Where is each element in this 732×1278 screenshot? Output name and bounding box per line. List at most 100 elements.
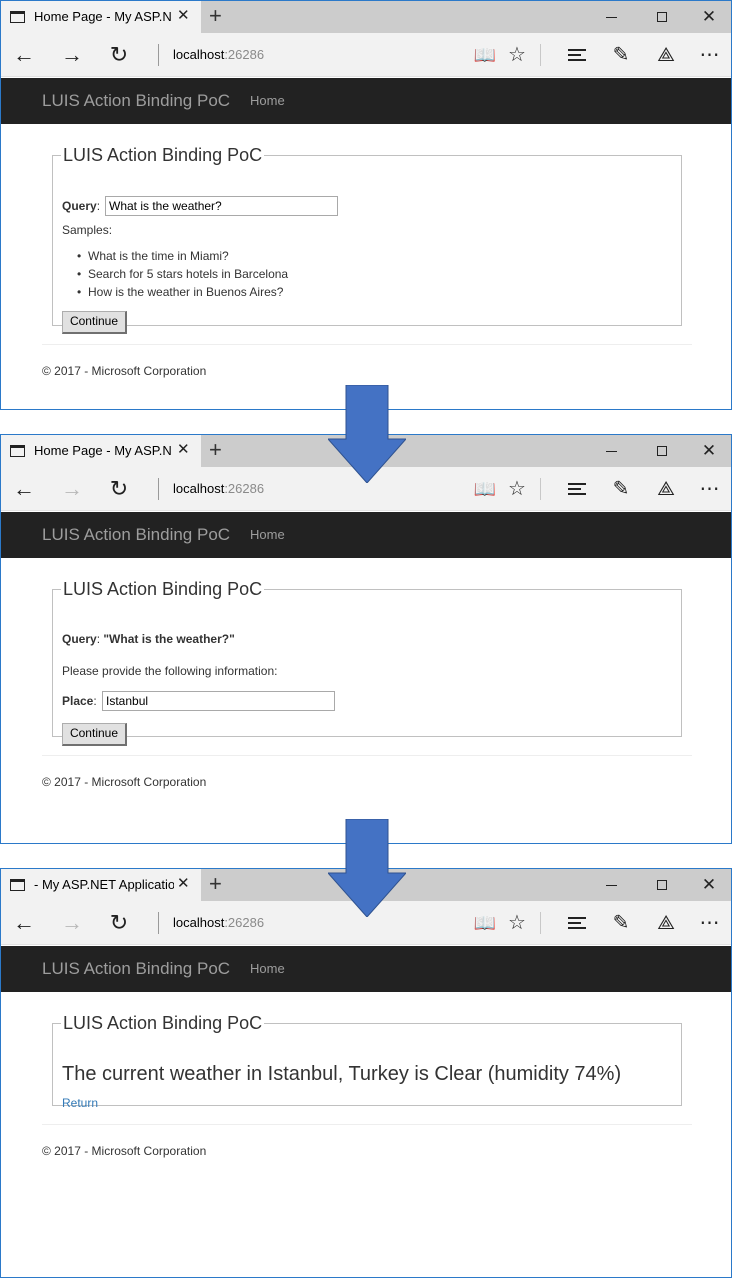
tab-close-icon[interactable]: ✕ (177, 8, 190, 24)
url-field[interactable]: localhost:26286 (173, 481, 264, 497)
down-arrow-icon (328, 819, 406, 917)
sample-item[interactable]: Search for 5 stars hotels in Barcelona (77, 265, 288, 283)
url-field[interactable]: localhost:26286 (173, 915, 264, 931)
share-icon[interactable]: ⟁ (653, 476, 679, 502)
minimize-icon[interactable] (602, 8, 622, 26)
more-icon[interactable]: ⋯ (697, 910, 723, 936)
browser-window-step-1: Home Page - My ASP.N ✕ + ✕ ← → ↻ localho… (0, 0, 732, 410)
query-value: "What is the weather?" (103, 632, 235, 646)
prompt-text: Please provide the following information… (62, 664, 278, 678)
more-icon[interactable]: ⋯ (697, 476, 723, 502)
luis-panel: LUIS Action Binding PoC The current weat… (52, 1013, 682, 1110)
nav-home-link[interactable]: Home (250, 93, 285, 109)
toolbar-separator (540, 912, 541, 934)
favorite-star-icon[interactable]: ☆ (504, 910, 530, 936)
url-port: :26286 (224, 915, 265, 930)
browser-tab[interactable]: - My ASP.NET Applicatio ✕ (1, 869, 201, 901)
query-row: Query: (62, 199, 101, 213)
place-input[interactable] (102, 691, 335, 711)
footer-text: © 2017 - Microsoft Corporation (42, 1144, 207, 1158)
browser-tab[interactable]: Home Page - My ASP.N ✕ (1, 435, 201, 467)
back-icon[interactable]: ← (10, 41, 38, 69)
brand-link[interactable]: LUIS Action Binding PoC (42, 91, 230, 111)
refresh-icon[interactable]: ↻ (105, 475, 133, 503)
forward-icon: → (61, 910, 83, 935)
new-tab-button[interactable]: + (209, 872, 222, 896)
url-host: localhost (173, 915, 225, 930)
url-host: localhost (173, 47, 225, 62)
nav-home-link[interactable]: Home (250, 527, 285, 543)
share-icon[interactable]: ⟁ (653, 42, 679, 68)
luis-panel: LUIS Action Binding PoC Query: Samples: … (52, 145, 682, 334)
refresh-icon[interactable]: ↻ (105, 909, 133, 937)
site-navbar: LUIS Action Binding PoC Home (1, 946, 731, 992)
browser-tab[interactable]: Home Page - My ASP.N ✕ (1, 1, 201, 33)
panel-legend: LUIS Action Binding PoC (63, 579, 263, 599)
maximize-icon[interactable] (652, 876, 672, 894)
close-window-icon[interactable]: ✕ (699, 442, 719, 460)
maximize-icon[interactable] (652, 442, 672, 460)
sample-item[interactable]: How is the weather in Buenos Aires? (77, 283, 288, 301)
favorite-star-icon[interactable]: ☆ (504, 42, 530, 68)
address-bar: ← → ↻ localhost:26286 📖 ☆ ✎ ⟁ ⋯ (1, 33, 731, 77)
back-icon[interactable]: ← (10, 475, 38, 503)
address-separator (158, 912, 159, 934)
query-input[interactable] (105, 196, 338, 216)
close-window-icon[interactable]: ✕ (699, 8, 719, 26)
web-note-icon[interactable]: ✎ (608, 910, 634, 936)
minimize-icon[interactable] (602, 442, 622, 460)
brand-link[interactable]: LUIS Action Binding PoC (42, 959, 230, 979)
down-arrow-icon (328, 385, 406, 483)
title-bar: Home Page - My ASP.N ✕ + ✕ (1, 1, 731, 33)
hub-icon[interactable] (564, 42, 590, 68)
site-navbar: LUIS Action Binding PoC Home (1, 78, 731, 124)
forward-icon: → (61, 476, 83, 501)
maximize-icon[interactable] (652, 8, 672, 26)
new-tab-button[interactable]: + (209, 4, 222, 28)
reading-view-icon[interactable]: 📖 (472, 42, 498, 68)
favorite-star-icon[interactable]: ☆ (504, 476, 530, 502)
query-label: Query (62, 632, 97, 646)
site-navbar: LUIS Action Binding PoC Home (1, 512, 731, 558)
brand-link[interactable]: LUIS Action Binding PoC (42, 525, 230, 545)
page-icon (10, 445, 25, 457)
new-tab-button[interactable]: + (209, 438, 222, 462)
reading-view-icon[interactable]: 📖 (472, 476, 498, 502)
toolbar-separator (540, 44, 541, 66)
minimize-icon[interactable] (602, 876, 622, 894)
reading-view-icon[interactable]: 📖 (472, 910, 498, 936)
web-note-icon[interactable]: ✎ (608, 42, 634, 68)
hub-icon[interactable] (564, 476, 590, 502)
address-separator (158, 478, 159, 500)
panel-legend: LUIS Action Binding PoC (63, 1013, 263, 1033)
page-icon (10, 11, 25, 23)
continue-button[interactable]: Continue (62, 311, 127, 334)
back-icon[interactable]: ← (10, 909, 38, 937)
nav-home-link[interactable]: Home (250, 961, 285, 977)
tab-close-icon[interactable]: ✕ (177, 442, 190, 458)
tab-title: Home Page - My ASP.N (34, 443, 172, 458)
footer-divider (42, 1124, 692, 1125)
refresh-icon[interactable]: ↻ (105, 41, 133, 69)
url-field[interactable]: localhost:26286 (173, 47, 264, 63)
luis-panel: LUIS Action Binding PoC Query: "What is … (52, 579, 682, 746)
url-host: localhost (173, 481, 225, 496)
sample-item[interactable]: What is the time in Miami? (77, 247, 288, 265)
continue-button[interactable]: Continue (62, 723, 127, 746)
tab-close-icon[interactable]: ✕ (177, 876, 190, 892)
page-icon (10, 879, 25, 891)
share-icon[interactable]: ⟁ (653, 910, 679, 936)
footer-text: © 2017 - Microsoft Corporation (42, 364, 207, 378)
close-window-icon[interactable]: ✕ (699, 876, 719, 894)
tab-title: Home Page - My ASP.N (34, 9, 172, 24)
web-note-icon[interactable]: ✎ (608, 476, 634, 502)
hub-icon[interactable] (564, 910, 590, 936)
url-port: :26286 (224, 47, 265, 62)
browser-window-step-2: Home Page - My ASP.N ✕ + ✕ ← → ↻ localho… (0, 434, 732, 844)
return-link[interactable]: Return (62, 1096, 98, 1111)
footer-divider (42, 755, 692, 756)
samples-label: Samples: (62, 223, 113, 237)
more-icon[interactable]: ⋯ (697, 42, 723, 68)
samples-list: What is the time in Miami? Search for 5 … (77, 247, 288, 301)
forward-icon[interactable]: → (58, 41, 86, 69)
